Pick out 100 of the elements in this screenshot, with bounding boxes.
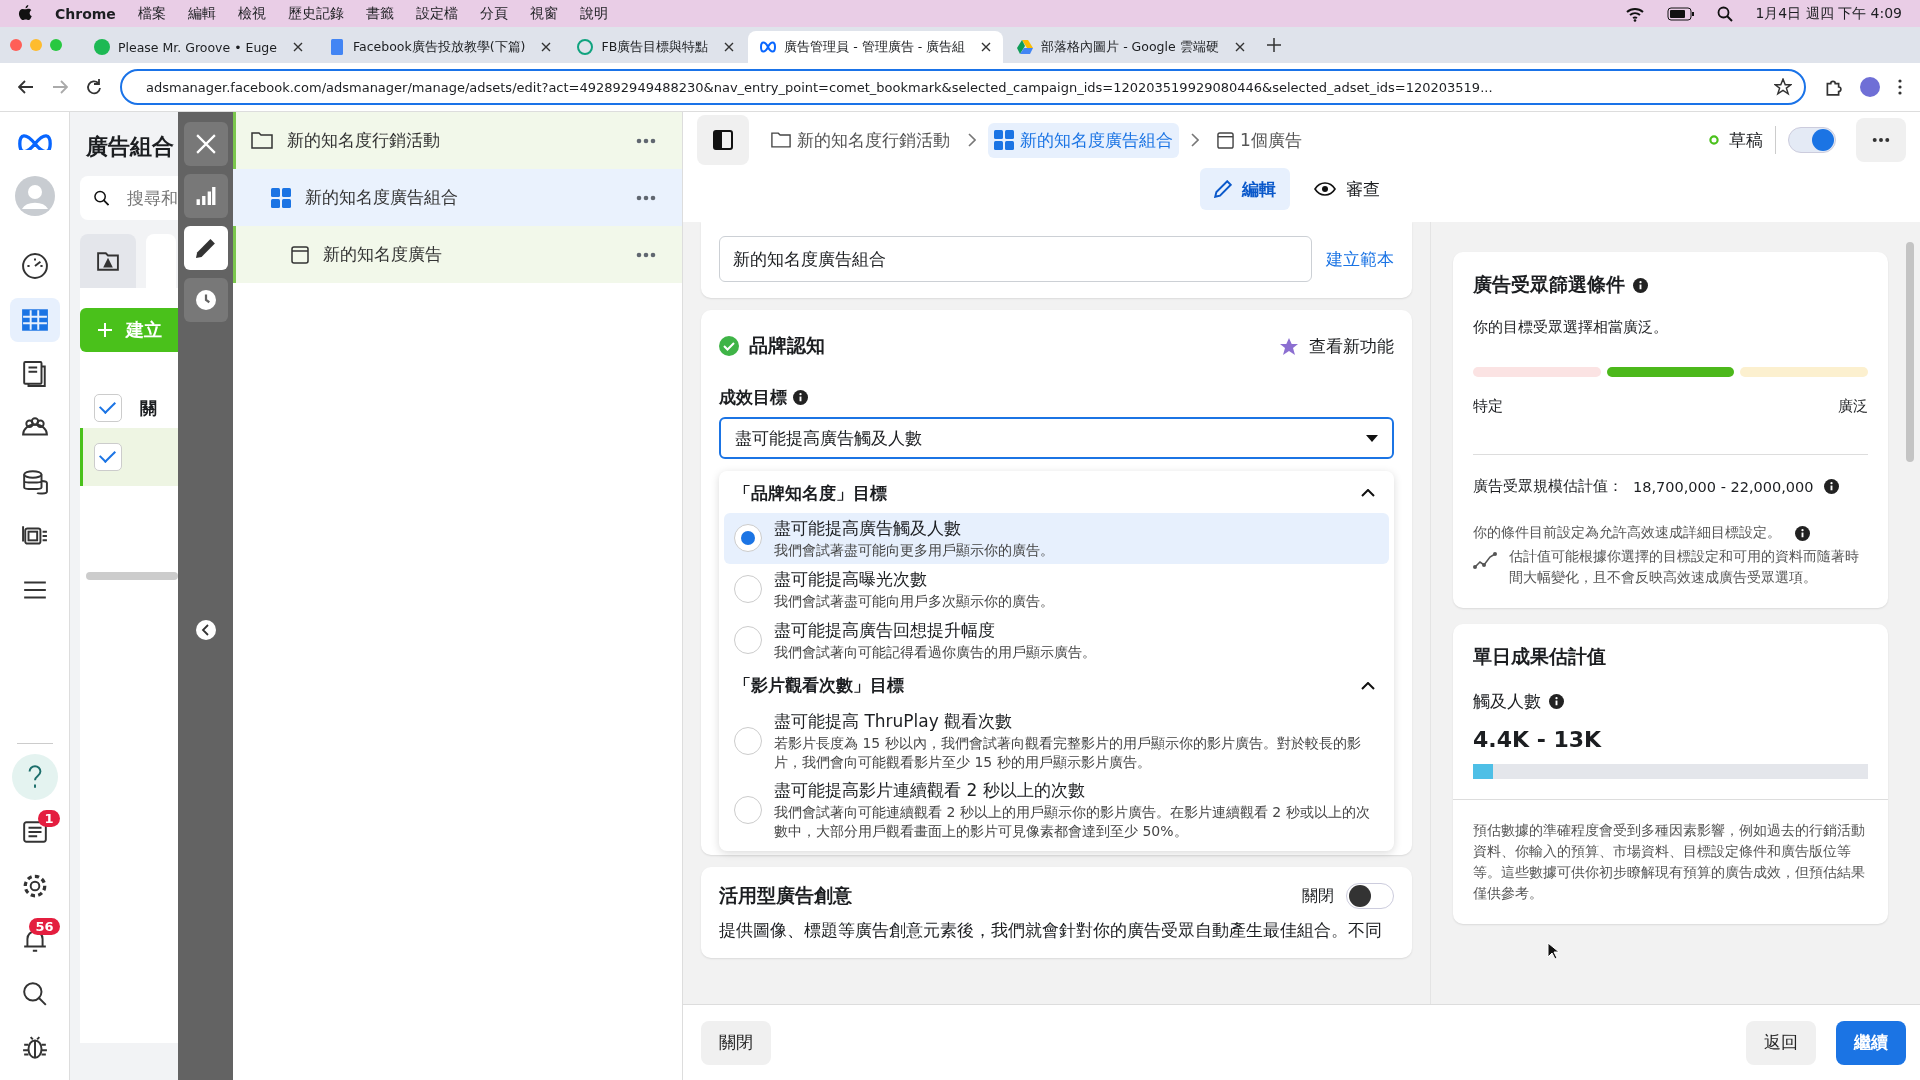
collapse-button[interactable]: [195, 620, 216, 640]
browser-tab[interactable]: 廣告管理員 - 管理廣告 - 廣告組: [748, 31, 1004, 63]
nav-item[interactable]: 1: [9, 810, 60, 854]
menu-item[interactable]: 檢視: [237, 4, 266, 23]
plus-icon[interactable]: [1266, 38, 1281, 52]
chevron-icon: [1361, 489, 1375, 497]
menu-item[interactable]: 視窗: [529, 4, 558, 23]
edit-button[interactable]: [183, 226, 228, 270]
metric-label: 觸及人數: [1473, 690, 1541, 713]
close-icon[interactable]: [981, 42, 992, 52]
meter-label: 廣泛: [1838, 397, 1868, 416]
tree-item[interactable]: 新的知名度廣告組合: [233, 169, 682, 226]
whats-new-link[interactable]: 查看新功能: [1279, 334, 1394, 358]
more-icon[interactable]: [1898, 79, 1902, 95]
browser-tab[interactable]: 部落格內圖片 - Google 雲端硬: [1005, 31, 1257, 63]
tree-item[interactable]: 新的知名度行銷活動: [233, 112, 682, 169]
menu-bar-clock[interactable]: 1月4日 週四 下午 4:09: [1755, 4, 1902, 23]
search-field[interactable]: 搜尋和: [80, 176, 178, 220]
menu-item[interactable]: 書籤: [365, 4, 394, 23]
close-icon[interactable]: [541, 42, 552, 52]
back-icon[interactable]: [18, 79, 34, 95]
column-header[interactable]: 關: [140, 396, 157, 420]
option-item[interactable]: 盡可能提高 ThruPlay 觀看次數 若影片長度為 15 秒以內，我們會試著向觀看完整影片的用戶顯示你的影片廣告。對於較長的影片，我們會向可能觀看影片至少 15 秒的用戶顯示影片廣告。: [724, 705, 1389, 776]
option-item[interactable]: 盡可能提高廣告回想提升幅度 我們會試著向可能記得看過你廣告的用戶顯示廣告。: [724, 614, 1389, 666]
caret-icon: [1366, 434, 1378, 442]
app-menu[interactable]: Chrome: [55, 5, 116, 22]
close-icon[interactable]: [1234, 42, 1245, 52]
history-button[interactable]: [183, 278, 228, 322]
scrollbar[interactable]: [86, 572, 178, 580]
group-header[interactable]: 「品牌知名度」目標: [724, 473, 1389, 513]
note-text: 估計值可能根據你選擇的目標設定和可用的資料而隨著時間大幅變化，且不會反映高效速成廣告受眾選項。: [1509, 547, 1860, 587]
menu-item[interactable]: 歷史記錄: [287, 4, 344, 23]
profile-avatar[interactable]: [1860, 77, 1880, 97]
pages-icon: [21, 361, 48, 387]
radio-button[interactable]: [734, 626, 762, 655]
info-icon[interactable]: [1633, 277, 1648, 293]
star-icon[interactable]: [1774, 78, 1792, 96]
info-icon[interactable]: [1549, 694, 1564, 709]
option-item[interactable]: 盡可能提高廣告觸及人數 我們會試著盡可能向更多用戶顯示你的廣告。: [724, 513, 1389, 564]
breadcrumb-item[interactable]: 新的知名度行銷活動: [765, 122, 956, 158]
option-title: 盡可能提高 ThruPlay 觀看次數: [774, 709, 1014, 733]
breadcrumb-item[interactable]: 1個廣告: [1211, 122, 1308, 158]
tree-item[interactable]: 新的知名度廣告: [233, 226, 682, 283]
radio-button[interactable]: [734, 796, 762, 825]
back-button[interactable]: 返回: [1746, 1020, 1816, 1065]
menu-item[interactable]: 說明: [579, 4, 608, 23]
info-icon[interactable]: [793, 390, 808, 405]
option-description: 我們會試著向可能記得看過你廣告的用戶顯示廣告。: [774, 642, 1096, 662]
chart-button[interactable]: [183, 174, 228, 218]
option-title: 盡可能提高曝光次數: [774, 567, 928, 591]
close-icon[interactable]: [292, 42, 303, 52]
group-header[interactable]: 「影片觀看次數」目標: [724, 665, 1389, 706]
toggle-switch[interactable]: [1346, 883, 1394, 910]
info-icon[interactable]: [1795, 525, 1810, 541]
card-title: 品牌認知: [749, 333, 825, 358]
puzzle-icon[interactable]: [1824, 78, 1842, 96]
radio-button[interactable]: [734, 524, 762, 553]
close-button[interactable]: 關閉: [701, 1020, 771, 1065]
sidebar-toggle-button[interactable]: [697, 115, 749, 165]
mode-tab[interactable]: 審查: [1300, 168, 1394, 210]
menu-item[interactable]: 分頁: [479, 4, 508, 23]
name-field[interactable]: 新的知名度廣告組合: [719, 236, 1312, 282]
trend-icon: [1473, 552, 1497, 570]
card-title: 廣告受眾篩選條件: [1473, 272, 1625, 297]
menu-item[interactable]: 編輯: [187, 4, 216, 23]
nav-item[interactable]: 56: [9, 918, 60, 962]
goal-dropdown[interactable]: 盡可能提高廣告觸及人數: [719, 417, 1394, 459]
address-bar[interactable]: adsmanager.facebook.com/adsmanager/manage/adsets/edit?act=492892949488230&nav_entry_point=comet_bookmark&selected_campaign_ids=120203519929080446&selected_adset_ids=120203519...: [120, 69, 1806, 105]
info-icon[interactable]: [1823, 479, 1839, 494]
close-button[interactable]: [183, 122, 228, 166]
wifi-icon[interactable]: [1625, 5, 1646, 22]
mode-tab[interactable]: 編輯: [1200, 168, 1290, 210]
search-icon[interactable]: [1717, 5, 1734, 22]
create-template-link[interactable]: 建立範本: [1326, 247, 1394, 271]
audience-summary: 你的目標受眾選擇相當廣泛。: [1473, 318, 1669, 337]
continue-button[interactable]: 繼續: [1836, 1020, 1906, 1065]
option-item[interactable]: 盡可能提高曝光次數 我們會試著盡可能向用戶多次顯示你的廣告。: [724, 563, 1389, 615]
scrollbar[interactable]: [1906, 242, 1914, 462]
radio-button[interactable]: [734, 575, 762, 604]
battery-icon[interactable]: [1667, 6, 1696, 21]
checkbox[interactable]: [94, 394, 122, 422]
radio-button[interactable]: [734, 726, 762, 755]
close-icon: [195, 134, 216, 154]
panel-title: 廣告組合: [86, 133, 175, 161]
close-icon[interactable]: [724, 42, 735, 52]
menu-item[interactable]: 檔案: [137, 4, 166, 23]
toggle-switch[interactable]: [1788, 127, 1836, 153]
browser-tab[interactable]: Facebook廣告投放教學(下篇): [316, 31, 564, 63]
pencil-icon: [195, 238, 216, 258]
apple-icon[interactable]: [18, 5, 33, 22]
menu-item[interactable]: 設定檔: [415, 4, 458, 23]
folder-tab[interactable]: [80, 234, 136, 288]
reload-icon[interactable]: [86, 79, 102, 95]
chevron-icon: [1361, 681, 1375, 690]
browser-tab[interactable]: Please Mr. Groove • Euge: [82, 31, 315, 63]
checkbox[interactable]: [94, 443, 122, 471]
card-title: 活用型廣告創意: [719, 883, 852, 909]
browser-tab[interactable]: FB廣告目標與特點: [565, 31, 747, 63]
option-item[interactable]: 盡可能提高影片連續觀看 2 秒以上的次數 我們會試著向可能連續觀看 2 秒以上的用戶顯示你的影片廣告。在影片連續觀看 2 秒或以上的次數中，大部分用戶觀看畫面上的影片可見像素都會達到至少 50%。: [724, 775, 1389, 846]
breadcrumb-item[interactable]: 新的知名度廣告組合: [988, 122, 1179, 158]
